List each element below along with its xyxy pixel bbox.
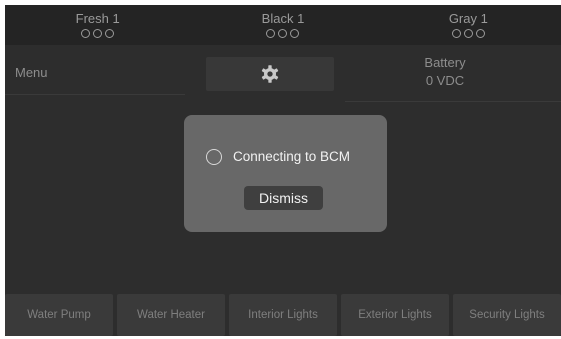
connection-message: Connecting to BCM [233, 149, 351, 164]
menu-divider [5, 94, 185, 95]
tank-fresh-1: Fresh 1 [5, 5, 190, 45]
tank-level-dot [278, 29, 288, 38]
settings-button[interactable] [206, 57, 334, 91]
tank-level-dot [93, 29, 103, 38]
spinner-icon [206, 149, 222, 165]
menu-button[interactable]: Menu [15, 65, 48, 80]
battery-divider [345, 101, 561, 102]
tank-level-indicator [451, 29, 485, 38]
tank-level-dot [451, 29, 461, 38]
tank-level-dot [266, 29, 276, 38]
tank-level-indicator [266, 29, 300, 38]
tank-gray-1: Gray 1 [376, 5, 561, 45]
water-heater-button[interactable]: Water Heater [117, 294, 225, 336]
control-button-bar: Water Pump Water Heater Interior Lights … [5, 294, 561, 336]
interior-lights-button[interactable]: Interior Lights [229, 294, 337, 336]
tank-name: Black 1 [261, 11, 305, 26]
security-lights-button[interactable]: Security Lights [453, 294, 561, 336]
tank-level-dot [105, 29, 115, 38]
rv-control-screen: Fresh 1 Black 1 Gray 1 Menu Battery 0 VD… [5, 5, 561, 336]
tank-black-1: Black 1 [190, 5, 375, 45]
gear-icon [261, 65, 279, 83]
tank-status-bar: Fresh 1 Black 1 Gray 1 [5, 5, 561, 45]
battery-voltage: 0 VDC [425, 73, 465, 88]
connection-dialog: Connecting to BCM Dismiss [184, 115, 387, 232]
exterior-lights-button[interactable]: Exterior Lights [341, 294, 449, 336]
tank-level-dot [290, 29, 300, 38]
tank-name: Gray 1 [448, 11, 488, 26]
water-pump-button[interactable]: Water Pump [5, 294, 113, 336]
tank-level-dot [463, 29, 473, 38]
tank-name: Fresh 1 [75, 11, 120, 26]
tank-level-dot [81, 29, 91, 38]
battery-status: Battery 0 VDC [385, 54, 505, 90]
tank-level-indicator [81, 29, 115, 38]
tank-level-dot [475, 29, 485, 38]
battery-label: Battery [424, 55, 466, 70]
dismiss-button[interactable]: Dismiss [244, 186, 323, 210]
